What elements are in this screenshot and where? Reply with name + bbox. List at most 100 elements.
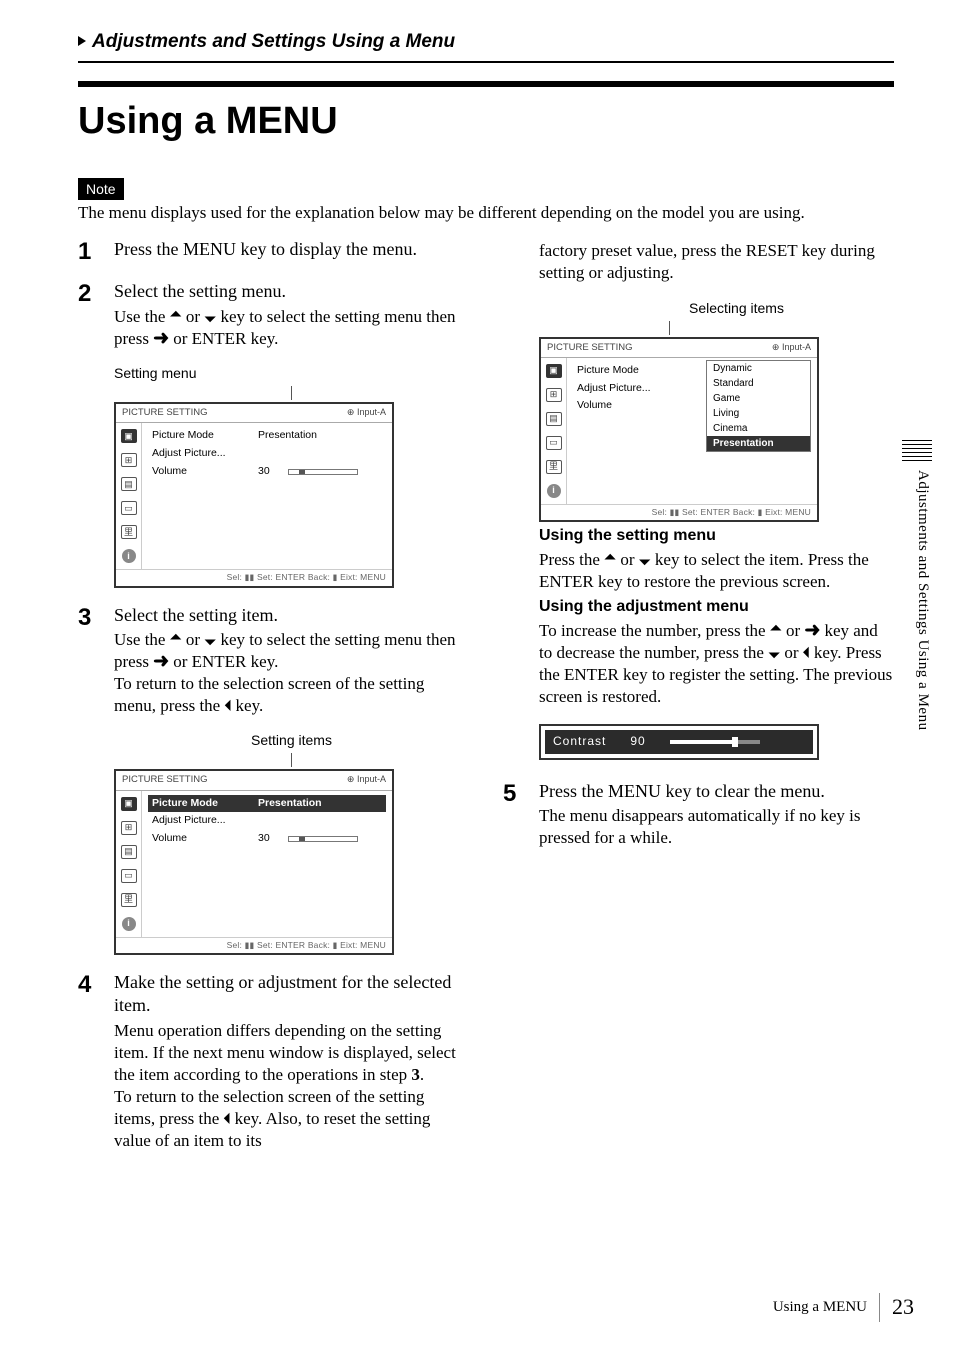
page-footer: Using a MENU 23 xyxy=(773,1293,914,1322)
dropdown-item: Game xyxy=(707,391,810,406)
side-tab: Adjustments and Settings Using a Menu xyxy=(913,470,933,731)
arrow-right-icon: ➜ xyxy=(153,652,169,671)
arrow-up-icon: 🞁 xyxy=(170,630,182,649)
contrast-value: 90 xyxy=(630,734,645,750)
osd-title: PICTURE SETTING xyxy=(122,774,208,786)
install-icon: 里 xyxy=(546,460,562,474)
note-text: The menu displays used for the explanati… xyxy=(78,202,894,224)
setup-icon: ▤ xyxy=(121,845,137,859)
function-icon: ▭ xyxy=(546,436,562,450)
paragraph: To increase the number, press the 🞁 or ➜… xyxy=(539,620,894,708)
step-4-continued: factory preset value, press the RESET ke… xyxy=(503,240,894,760)
setup-icon: ▤ xyxy=(121,477,137,491)
subhead-using-adjust: Using the adjustment menu xyxy=(539,597,894,618)
osd-row: Adjust Picture... xyxy=(148,812,386,830)
osd-row: Adjust Picture... xyxy=(148,445,386,463)
step-5: 5 Press the MENU key to clear the menu. … xyxy=(503,780,894,850)
osd-setting-menu: PICTURE SETTING ⊕ Input-A ▣ ⊞ ▤ ▭ 里 i xyxy=(114,402,394,587)
osd-row: Picture ModePresentation xyxy=(148,427,386,445)
page-title: Using a MENU xyxy=(78,87,894,146)
step-2: 2 Select the setting menu. Use the 🞁 or … xyxy=(78,280,469,587)
osd-input: ⊕ Input-A xyxy=(347,407,386,419)
arrow-up-icon: 🞁 xyxy=(170,307,182,326)
step-lead: Select the setting menu. xyxy=(114,280,469,303)
function-icon: ▭ xyxy=(121,869,137,883)
arrow-down-icon: 🞃 xyxy=(204,307,216,326)
arrow-down-icon: 🞃 xyxy=(639,550,651,569)
step-lead: Press the MENU key to clear the menu. xyxy=(539,780,894,803)
osd-input: ⊕ Input-A xyxy=(347,774,386,786)
osd-row: Volume30 xyxy=(148,463,386,481)
screen-icon: ⊞ xyxy=(121,453,137,467)
osd-dropdown: Dynamic Standard Game Living Cinema Pres… xyxy=(706,360,811,452)
step-rest: The menu disappears automatically if no … xyxy=(539,805,894,849)
thumb-index-lines xyxy=(902,440,932,464)
arrow-right-icon: ➜ xyxy=(804,621,820,640)
caption-setting-menu: Setting menu xyxy=(114,364,469,382)
info-icon: i xyxy=(122,917,136,931)
arrow-up-icon: 🞁 xyxy=(770,621,782,640)
osd-row-highlight: Picture ModePresentation xyxy=(148,795,386,813)
dropdown-item-selected: Presentation xyxy=(707,436,810,451)
note-chip: Note xyxy=(78,178,124,200)
dropdown-item: Standard xyxy=(707,376,810,391)
step-number: 2 xyxy=(78,280,114,587)
osd-input: ⊕ Input-A xyxy=(772,342,811,354)
section-header-text: Adjustments and Settings Using a Menu xyxy=(92,31,455,52)
screen-icon: ⊞ xyxy=(121,821,137,835)
osd-title: PICTURE SETTING xyxy=(122,407,208,419)
step-rest: Use the 🞁 or 🞃 key to select the setting… xyxy=(114,306,469,350)
subhead-using-setting: Using the setting menu xyxy=(539,526,894,547)
screen-icon: ⊞ xyxy=(546,388,562,402)
step-number: 3 xyxy=(78,604,114,955)
step-rest: Menu operation differs depending on the … xyxy=(114,1020,469,1153)
right-column: factory preset value, press the RESET ke… xyxy=(503,238,894,1152)
arrow-down-icon: 🞃 xyxy=(768,643,780,662)
contrast-osd: Contrast 90 xyxy=(539,724,819,760)
footer-label: Using a MENU xyxy=(773,1298,867,1318)
install-icon: 里 xyxy=(121,893,137,907)
left-column: 1 Press the MENU key to display the menu… xyxy=(78,238,469,1152)
step-rest: factory preset value, press the RESET ke… xyxy=(539,240,894,284)
contrast-bar-icon xyxy=(670,740,760,744)
osd-category-icons: ▣ ⊞ ▤ ▭ 里 i xyxy=(116,791,142,937)
setup-icon: ▤ xyxy=(546,412,562,426)
contrast-label: Contrast xyxy=(553,734,606,750)
step-3: 3 Select the setting item. Use the 🞁 or … xyxy=(78,604,469,955)
step-1: 1 Press the MENU key to display the menu… xyxy=(78,238,469,264)
osd-category-icons: ▣ ⊞ ▤ ▭ 里 i xyxy=(116,423,142,569)
info-icon: i xyxy=(547,484,561,498)
section-header: Adjustments and Settings Using a Menu xyxy=(78,30,894,63)
step-4: 4 Make the setting or adjustment for the… xyxy=(78,971,469,1152)
step-number: 4 xyxy=(78,971,114,1152)
note-block: Note The menu displays used for the expl… xyxy=(78,178,894,224)
info-icon: i xyxy=(122,549,136,563)
step-number: 5 xyxy=(503,780,539,850)
arrow-down-icon: 🞃 xyxy=(204,630,216,649)
page-number: 23 xyxy=(879,1293,914,1322)
osd-row: Volume30 xyxy=(148,830,386,848)
arrow-right-icon: ➜ xyxy=(153,329,169,348)
step-lead: Select the setting item. xyxy=(114,604,469,627)
picture-icon: ▣ xyxy=(546,364,562,378)
step-lead: Make the setting or adjustment for the s… xyxy=(114,971,469,1018)
osd-title: PICTURE SETTING xyxy=(547,342,633,354)
dropdown-item: Cinema xyxy=(707,421,810,436)
osd-selecting-items: PICTURE SETTING ⊕ Input-A ▣ ⊞ ▤ ▭ 里 i Pi… xyxy=(539,337,819,522)
picture-icon: ▣ xyxy=(121,797,137,811)
dropdown-item: Dynamic xyxy=(707,361,810,376)
osd-category-icons: ▣ ⊞ ▤ ▭ 里 i xyxy=(541,358,567,504)
install-icon: 里 xyxy=(121,525,137,539)
arrow-up-icon: 🞁 xyxy=(604,550,616,569)
osd-footer: Sel: ▮▮ Set: ENTER Back: ▮ Eixt: MENU xyxy=(116,569,392,585)
slider-icon xyxy=(288,836,358,842)
picture-icon: ▣ xyxy=(121,429,137,443)
osd-footer: Sel: ▮▮ Set: ENTER Back: ▮ Eixt: MENU xyxy=(541,504,817,520)
step-number: 1 xyxy=(78,238,114,264)
osd-setting-items: PICTURE SETTING ⊕ Input-A ▣ ⊞ ▤ ▭ 里 i xyxy=(114,769,394,954)
step-lead: Press the MENU key to display the menu. xyxy=(114,238,469,261)
function-icon: ▭ xyxy=(121,501,137,515)
step-rest: Use the 🞁 or 🞃 key to select the setting… xyxy=(114,629,469,717)
slider-icon xyxy=(288,469,358,475)
paragraph: Press the 🞁 or 🞃 key to select the item.… xyxy=(539,549,894,593)
